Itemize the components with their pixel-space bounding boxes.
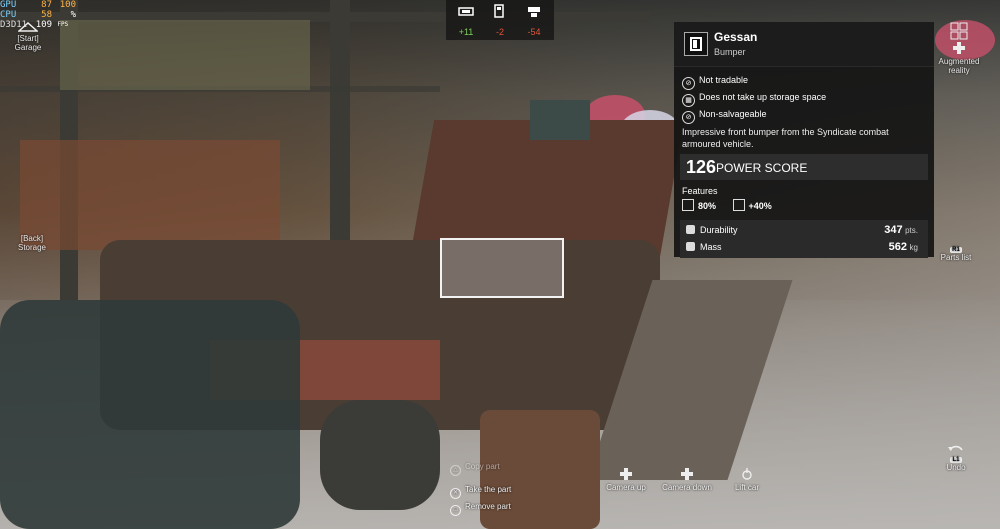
perf-unit: % <box>70 10 76 20</box>
perf-value: 87 <box>41 0 52 10</box>
stat-label: Mass <box>700 242 722 252</box>
vehicle-icon <box>458 7 474 16</box>
dpad-down-icon <box>681 468 693 480</box>
part-info-card: Gessan Bumper ⊘ Not tradable ▦ Does not ta… <box>674 22 934 258</box>
perf-value: 100 <box>59 0 76 10</box>
storage-button-hint: [Back] <box>20 234 44 243</box>
augmented-reality-label: Augmented reality <box>938 57 980 75</box>
stat-item: -2 <box>482 4 518 37</box>
vehicle-cannon <box>530 100 590 140</box>
undo-icon <box>948 445 963 451</box>
storage-icon: ▦ <box>682 94 695 107</box>
part-description: Impressive front bumper from the Syndica… <box>682 127 889 149</box>
stat-label: Durability <box>700 225 738 235</box>
lift-icon <box>742 468 752 480</box>
stat-value: 347 <box>884 224 903 236</box>
feature-value: +40% <box>748 201 772 211</box>
weight-icon <box>528 7 540 17</box>
copy-part-prompt[interactable]: △ Copy part <box>450 462 500 476</box>
durability-icon <box>686 225 695 234</box>
property-text: Not tradable <box>699 75 749 85</box>
hanging-tarp <box>60 20 310 90</box>
speed-icon <box>732 199 745 211</box>
garage-icon <box>18 22 38 32</box>
power-score-label: POWER SCORE <box>716 161 808 175</box>
dpad-up-icon <box>620 468 632 480</box>
property-item: ⊘ Not tradable <box>682 73 926 90</box>
undo-button[interactable]: L1 Undo <box>940 440 972 472</box>
mass-icon <box>686 242 695 251</box>
property-item: ▦ Does not take up storage space <box>682 90 926 107</box>
grid-icon <box>950 22 968 40</box>
build-stat-changes: +11 -2 -54 <box>446 0 554 40</box>
non-salvageable-icon: ⊘ <box>682 111 695 124</box>
parts-list-label: Parts list <box>940 253 972 262</box>
prompt-label: Lift car <box>734 483 759 492</box>
perf-unit: FPS <box>57 21 69 28</box>
stat-value: 562 <box>888 241 908 253</box>
property-text: Non-salvageable <box>699 109 767 119</box>
lift-car-prompt[interactable]: Lift car <box>724 468 770 492</box>
vehicle-wheel <box>320 400 440 510</box>
prompt-label: Remove part <box>465 502 511 511</box>
cross-button-icon: ✕ <box>450 488 461 499</box>
property-item: ⊘ Non-salvageable <box>682 107 926 124</box>
power-score: 126 POWER SCORE <box>680 154 928 180</box>
card-header: Gessan Bumper <box>674 22 934 67</box>
stat-item: +11 <box>448 4 484 37</box>
part-stats: Durability 347 pts. Mass 562 kg <box>680 220 928 258</box>
prompt-label: Camera up <box>606 483 646 492</box>
garage-button-hint: [Start] <box>17 34 39 43</box>
camera-up-prompt[interactable]: Camera up <box>600 468 652 492</box>
garage-nav[interactable]: [Start] Garage <box>6 22 50 52</box>
feature-value: 80% <box>698 201 717 211</box>
stat-row-mass: Mass 562 kg <box>686 239 922 256</box>
storage-nav[interactable]: [Back] Storage <box>12 234 52 252</box>
property-text: Does not take up storage space <box>699 92 827 102</box>
augmented-reality-button[interactable]: Augmented reality <box>934 22 984 75</box>
stat-item: -54 <box>516 4 552 37</box>
features-row: 80% +40% <box>674 198 934 214</box>
take-part-prompt[interactable]: ✕ Take the part <box>450 485 511 499</box>
stat-value: -54 <box>527 27 541 37</box>
part-properties: ⊘ Not tradable ▦ Does not take up storage … <box>674 67 934 124</box>
prompt-label: Take the part <box>465 485 512 494</box>
stat-unit: kg <box>909 243 918 252</box>
parts-list-button[interactable]: R1 Parts list <box>934 244 978 262</box>
part-name: Gessan <box>714 30 758 44</box>
perf-value: 58 <box>41 10 52 20</box>
bumper-icon <box>684 32 708 56</box>
camera-down-prompt[interactable]: Camera down <box>656 468 718 492</box>
features-title: Features <box>682 186 718 196</box>
stat-value: +11 <box>458 27 474 37</box>
dpad-icon <box>953 42 965 54</box>
prompt-label: Copy part <box>465 462 500 471</box>
selected-bumper-part[interactable] <box>440 238 564 298</box>
undo-label: Undo <box>946 463 966 472</box>
perf-label: GPU <box>0 0 17 10</box>
part-category: Bumper <box>714 47 746 57</box>
stat-value: -2 <box>495 27 504 37</box>
fuel-icon <box>494 4 504 18</box>
not-tradable-icon: ⊘ <box>682 77 695 90</box>
storage-label: Storage <box>17 243 47 252</box>
vehicle-legs <box>0 300 300 529</box>
prompt-label: Camera down <box>662 483 712 492</box>
stat-unit: pts. <box>905 226 918 235</box>
power-score-value: 126 <box>686 157 717 177</box>
remove-part-prompt[interactable]: □ Remove part <box>450 502 511 516</box>
perf-label: CPU <box>0 10 17 20</box>
stat-row-durability: Durability 347 pts. <box>686 222 922 239</box>
triangle-button-icon: △ <box>450 465 461 476</box>
garage-label: Garage <box>14 43 42 52</box>
square-button-icon: □ <box>450 505 461 516</box>
resistance-icon <box>682 199 694 211</box>
